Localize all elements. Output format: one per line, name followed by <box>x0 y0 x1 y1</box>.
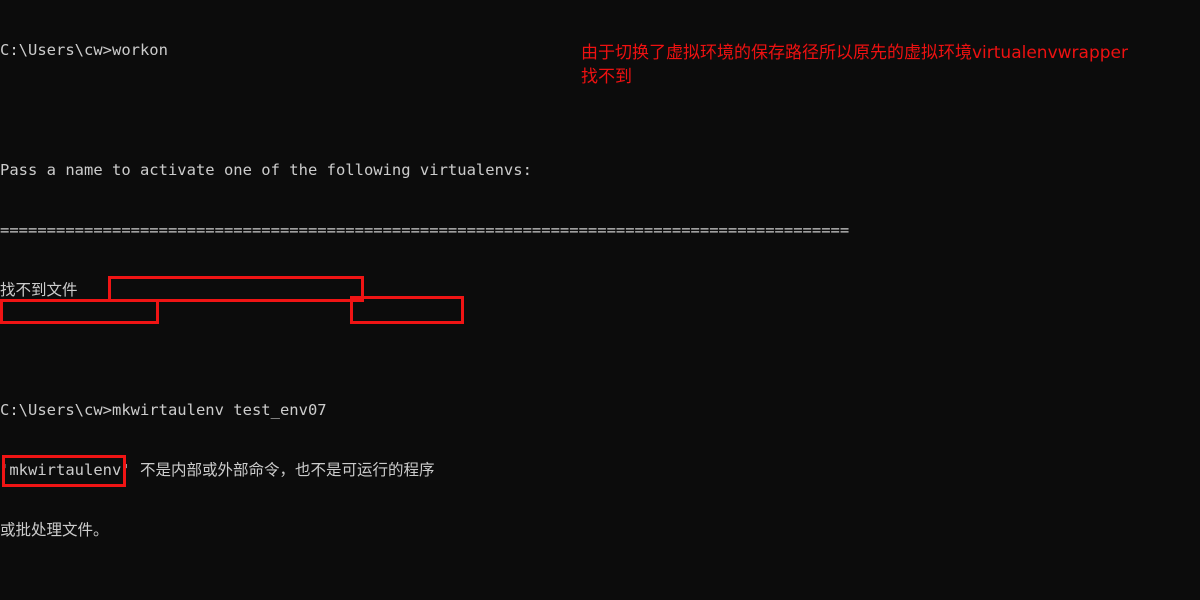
annotation-note-line-1: 由于切换了虚拟环境的保存路径所以原先的虚拟环境virtualenvwrapper <box>581 43 1128 63</box>
command-prompt-window[interactable]: C:\Users\cw>workon Pass a name to activa… <box>0 0 1200 600</box>
terminal-line: 或批处理文件。 <box>0 521 109 539</box>
terminal-line: Pass a name to activate one of the follo… <box>0 161 532 179</box>
terminal-line-separator: ========================================… <box>0 221 850 239</box>
terminal-line: 'mkwirtaulenv' 不是内部或外部命令，也不是可运行的程序 <box>0 461 435 479</box>
terminal-output[interactable]: C:\Users\cw>workon Pass a name to activa… <box>0 0 1200 600</box>
terminal-line: 找不到文件 <box>0 281 78 299</box>
annotation-note-line-2: 找不到 <box>581 67 632 87</box>
terminal-line: C:\Users\cw>mkwirtaulenv test_env07 <box>0 401 327 419</box>
